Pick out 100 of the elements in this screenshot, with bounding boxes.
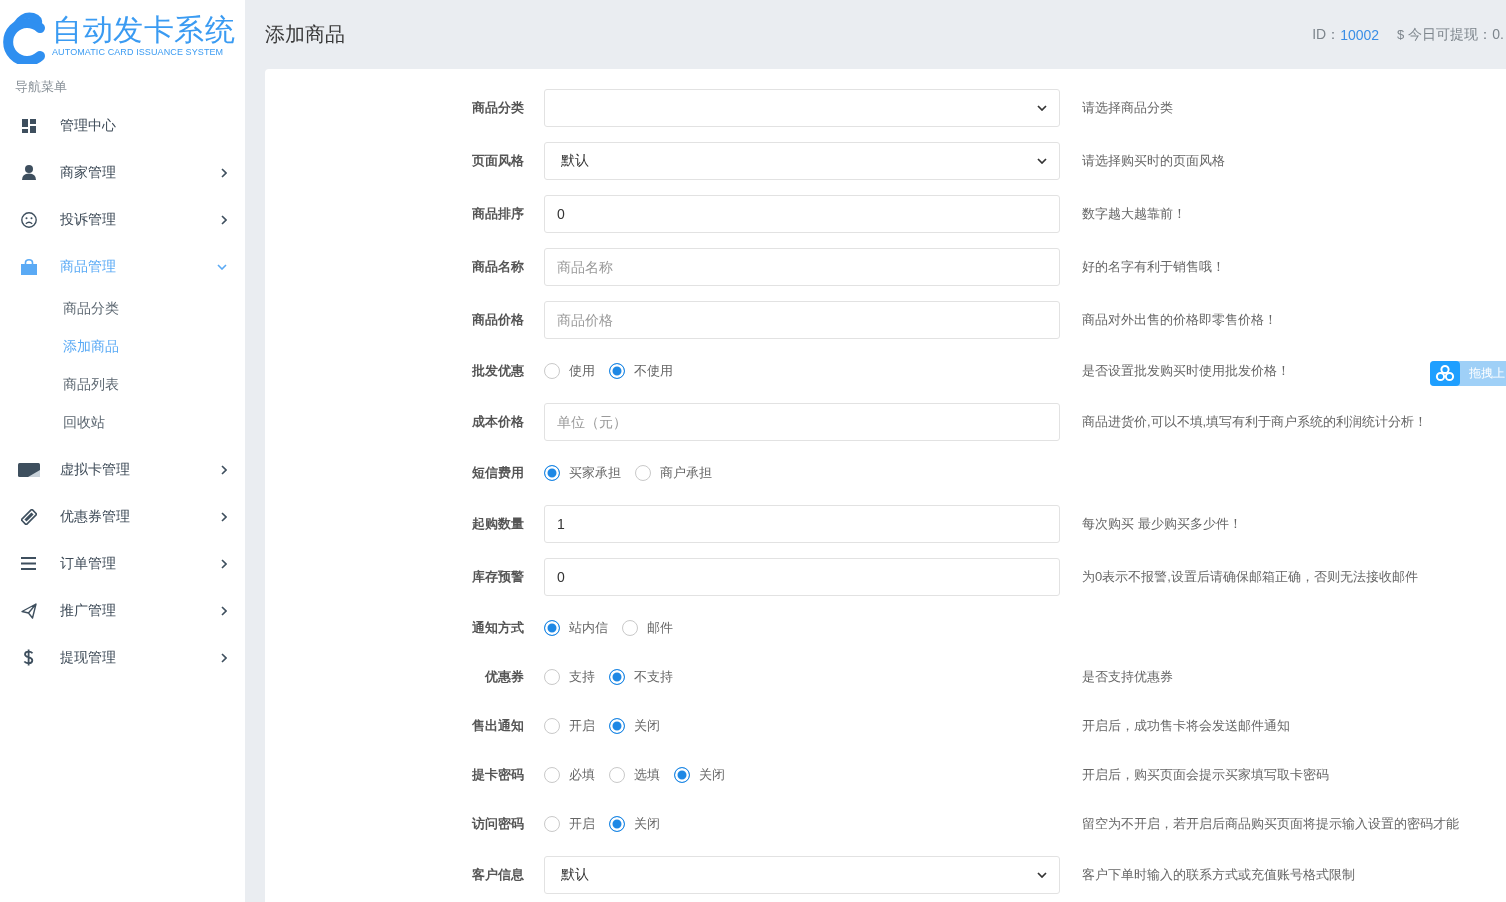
sidebar-item[interactable]: 虚拟卡管理 — [0, 446, 245, 493]
field-label: 库存预警 — [471, 568, 524, 586]
field-label: 商品排序 — [471, 205, 524, 223]
radio-button[interactable] — [609, 816, 625, 832]
input-field[interactable]: 0 — [544, 195, 1060, 233]
dollar-icon — [23, 649, 34, 666]
radio-button[interactable] — [609, 669, 625, 685]
frown-face-icon — [20, 211, 37, 228]
sidebar-subitem[interactable]: 商品分类 — [0, 290, 245, 328]
field-label: 通知方式 — [471, 619, 524, 637]
radio-label: 关闭 — [634, 717, 660, 735]
nav-heading: 导航菜单 — [14, 78, 67, 96]
grid-icon — [21, 118, 36, 133]
field-hint: 请选择购买时的页面风格 — [1082, 152, 1225, 170]
sidebar-item[interactable]: 商家管理 — [0, 149, 245, 196]
radio-label: 商户承担 — [660, 464, 712, 482]
radio-label: 使用 — [569, 362, 595, 380]
field-hint: 每次购买 最少购买多少件！ — [1082, 515, 1242, 533]
radio-label: 买家承担 — [569, 464, 621, 482]
radio-label: 开启 — [569, 717, 595, 735]
radio-label: 关闭 — [634, 815, 660, 833]
radio-button[interactable] — [544, 620, 560, 636]
field-hint: 数字越大越靠前！ — [1082, 205, 1186, 223]
radio-label: 选填 — [634, 766, 660, 784]
field-label: 客户信息 — [471, 866, 524, 884]
field-hint: 商品对外出售的价格即零售价格！ — [1082, 311, 1277, 329]
select-field[interactable]: 默认 — [544, 856, 1060, 894]
cloud-icon — [1430, 361, 1460, 386]
sidebar-item[interactable]: 推广管理 — [0, 587, 245, 634]
field-label: 售出通知 — [471, 717, 524, 735]
field-hint: 客户下单时输入的联系方式或充值账号格式限制 — [1082, 866, 1355, 884]
menu-icon — [21, 557, 36, 570]
radio-label: 不使用 — [634, 362, 673, 380]
balance-label: 今日可提现：0. — [1408, 25, 1504, 44]
select-field[interactable]: 默认 — [544, 142, 1060, 180]
sidebar-item[interactable]: 订单管理 — [0, 540, 245, 587]
field-label: 提卡密码 — [471, 766, 524, 784]
input-field[interactable]: 1 — [544, 505, 1060, 543]
field-hint: 开启后，成功售卡将会发送邮件通知 — [1082, 717, 1290, 735]
field-label: 商品价格 — [471, 311, 524, 329]
radio-button[interactable] — [609, 718, 625, 734]
input-field[interactable]: 0 — [544, 558, 1060, 596]
radio-button[interactable] — [674, 767, 690, 783]
radio-button[interactable] — [622, 620, 638, 636]
field-label: 页面风格 — [471, 152, 524, 170]
page-title: 添加商品 — [265, 22, 345, 47]
select-field[interactable] — [544, 89, 1060, 127]
paper-plane-icon — [20, 602, 37, 619]
field-label: 商品分类 — [471, 99, 524, 117]
field-label: 优惠券 — [483, 668, 524, 686]
input-field[interactable]: 商品名称 — [544, 248, 1060, 286]
field-hint: 是否支持优惠券 — [1082, 668, 1173, 686]
radio-button[interactable] — [544, 363, 560, 379]
radio-label: 支持 — [569, 668, 595, 686]
radio-button[interactable] — [609, 767, 625, 783]
logo-title: 自动发卡系统 — [52, 12, 235, 47]
field-label: 商品名称 — [471, 258, 524, 276]
field-label: 批发优惠 — [471, 362, 524, 380]
radio-button[interactable] — [544, 465, 560, 481]
shopping-bag-icon — [19, 258, 38, 275]
radio-label: 开启 — [569, 815, 595, 833]
radio-label: 必填 — [569, 766, 595, 784]
chevron-down-icon — [1037, 105, 1047, 111]
input-field[interactable]: 单位（元） — [544, 403, 1060, 441]
radio-button[interactable] — [609, 363, 625, 379]
sidebar-item[interactable]: 优惠券管理 — [0, 493, 245, 540]
radio-button[interactable] — [544, 816, 560, 832]
currency-symbol: $ — [1397, 27, 1405, 42]
sidebar-item[interactable]: 管理中心 — [0, 102, 245, 149]
radio-label: 邮件 — [647, 619, 673, 637]
chevron-down-icon — [1037, 158, 1047, 164]
card-icon — [17, 462, 40, 477]
chevron-down-icon — [1037, 872, 1047, 878]
radio-button[interactable] — [635, 465, 651, 481]
field-hint: 是否设置批发购买时使用批发价格！ — [1082, 362, 1290, 380]
field-hint: 为0表示不报警,设置后请确保邮箱正确，否则无法接收邮件 — [1082, 568, 1418, 586]
radio-label: 关闭 — [699, 766, 725, 784]
field-label: 成本价格 — [471, 413, 524, 431]
radio-button[interactable] — [544, 767, 560, 783]
logo-icon — [0, 10, 48, 64]
ticket-icon — [20, 508, 37, 525]
radio-label: 不支持 — [634, 668, 673, 686]
id-value: 10002 — [1340, 26, 1380, 43]
field-label: 起购数量 — [471, 515, 524, 533]
field-label: 访问密码 — [470, 815, 524, 833]
field-label: 短信费用 — [471, 464, 524, 482]
field-hint: 好的名字有利于销售哦！ — [1082, 258, 1225, 276]
sidebar-subitem[interactable]: 商品列表 — [0, 366, 245, 404]
field-hint: 留空为不开启，若开启后商品购买页面将提示输入设置的密码才能 — [1082, 815, 1459, 833]
id-label: ID： — [1312, 25, 1341, 44]
sidebar-item[interactable]: 投诉管理 — [0, 196, 245, 243]
sidebar-subitem[interactable]: 回收站 — [0, 404, 245, 442]
field-hint: 开启后，购买页面会提示买家填写取卡密码 — [1082, 766, 1329, 784]
user-icon — [21, 165, 36, 180]
radio-button[interactable] — [544, 718, 560, 734]
radio-label: 站内信 — [569, 619, 608, 637]
sidebar-item[interactable]: 提现管理 — [0, 634, 245, 681]
input-field[interactable]: 商品价格 — [544, 301, 1060, 339]
radio-button[interactable] — [544, 669, 560, 685]
field-hint: 商品进货价,可以不填,填写有利于商户系统的利润统计分析！ — [1082, 413, 1428, 431]
